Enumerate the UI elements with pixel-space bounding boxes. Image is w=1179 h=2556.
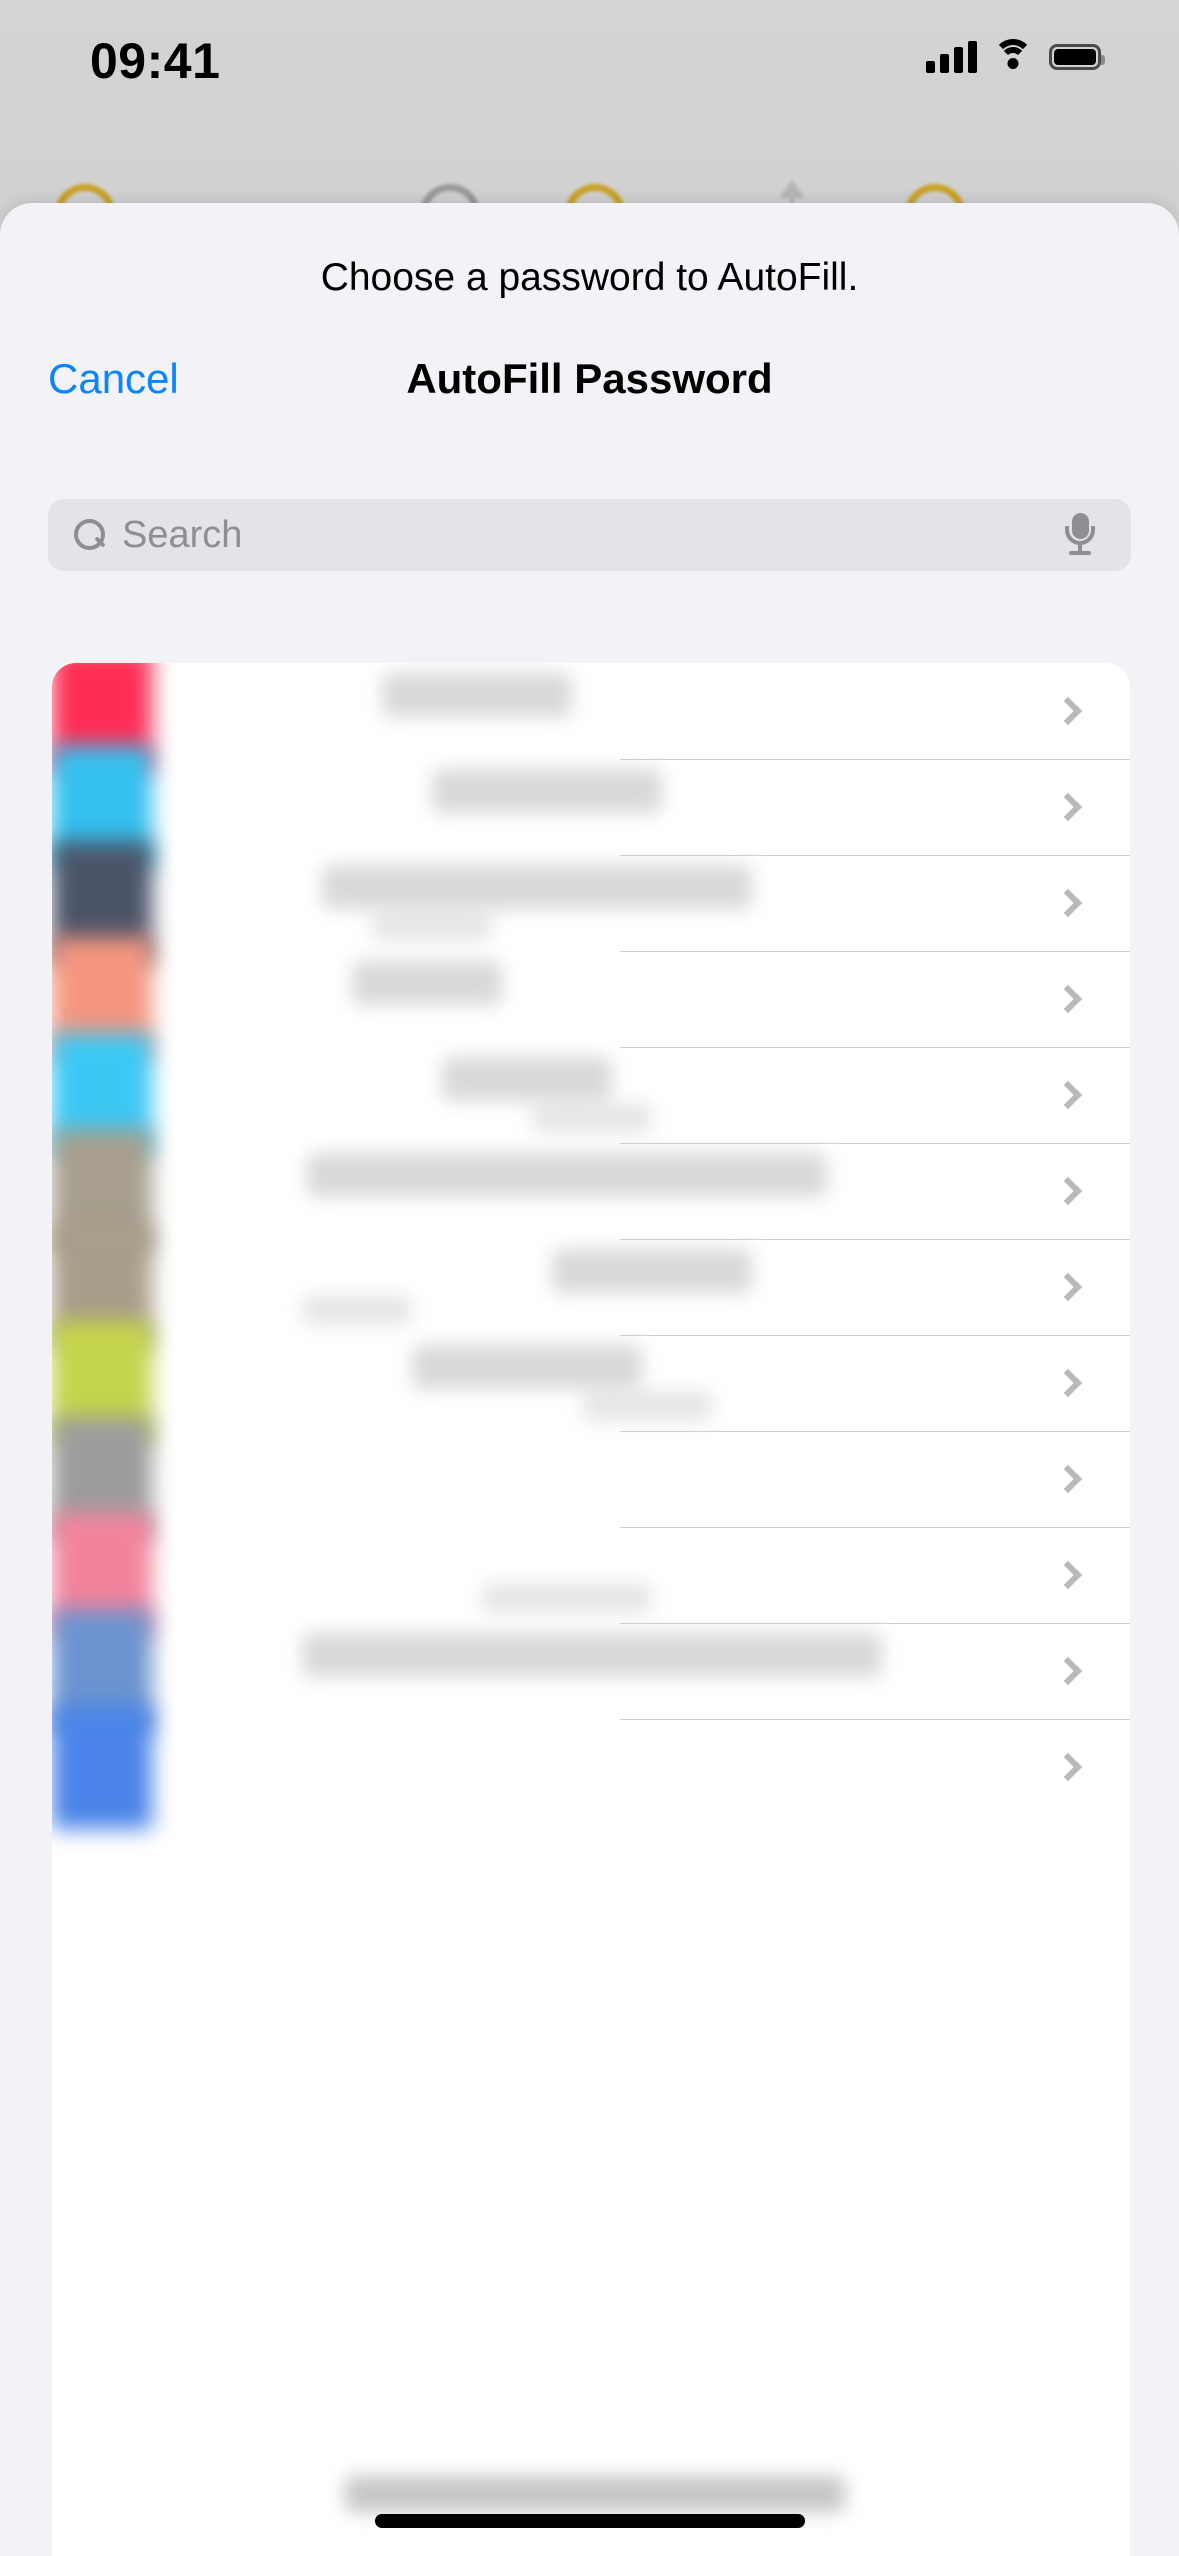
search-field[interactable]: Search xyxy=(48,499,1131,571)
chevron-right-icon xyxy=(1053,1656,1083,1686)
chevron-right-icon xyxy=(1053,1752,1083,1782)
password-list-item[interactable] xyxy=(52,1129,1130,1253)
password-entry-title xyxy=(322,865,752,909)
chevron-right-icon xyxy=(1053,1368,1083,1398)
password-list-item[interactable] xyxy=(52,1513,1130,1637)
password-list-item[interactable] xyxy=(52,937,1130,1061)
status-bar-indicators xyxy=(926,34,1105,80)
password-list-item[interactable] xyxy=(52,1321,1130,1445)
chevron-right-icon xyxy=(1053,1272,1083,1302)
autofill-password-sheet: Choose a password to AutoFill. Cancel Au… xyxy=(0,203,1179,2556)
battery-icon xyxy=(1049,44,1105,70)
password-entry-username xyxy=(372,911,492,941)
password-entry-title xyxy=(307,1153,827,1197)
password-entry-username xyxy=(302,1295,412,1325)
password-entry-title xyxy=(352,961,502,1005)
status-bar: 09:41 xyxy=(0,0,1179,125)
microphone-icon[interactable] xyxy=(1065,513,1095,557)
iphone-screen: 09:41 Choose a password to AutoFill. Can… xyxy=(0,0,1179,2556)
password-entry-title xyxy=(412,1345,642,1389)
password-list-item[interactable] xyxy=(52,1225,1130,1349)
password-list xyxy=(52,663,1130,2556)
cellular-signal-icon xyxy=(926,41,977,73)
chevron-right-icon xyxy=(1053,792,1083,822)
password-entry-title xyxy=(382,673,572,717)
status-bar-time: 09:41 xyxy=(90,33,221,89)
home-indicator xyxy=(374,2514,805,2528)
password-list-item[interactable] xyxy=(52,1033,1130,1157)
password-list-item[interactable] xyxy=(52,745,1130,869)
sheet-navigation-bar: Cancel AutoFill Password xyxy=(0,341,1179,441)
password-entry-username xyxy=(482,1583,652,1613)
search-icon xyxy=(74,519,106,551)
site-favicon-icon xyxy=(52,1705,152,1829)
redacted-text-block xyxy=(345,2476,845,2512)
chevron-right-icon xyxy=(1053,1560,1083,1590)
password-list-item[interactable] xyxy=(52,663,1130,773)
sheet-subtitle: Choose a password to AutoFill. xyxy=(320,256,859,299)
password-list-item[interactable] xyxy=(52,1609,1130,1733)
password-list-item[interactable] xyxy=(52,1705,1130,1829)
page-title: AutoFill Password xyxy=(406,355,773,402)
wifi-icon xyxy=(993,39,1033,72)
password-list-item[interactable] xyxy=(52,841,1130,965)
password-entry-title xyxy=(442,1057,612,1101)
chevron-right-icon xyxy=(1053,1080,1083,1110)
chevron-right-icon xyxy=(1053,984,1083,1014)
password-entry-title xyxy=(302,1633,882,1677)
chevron-right-icon xyxy=(1053,1464,1083,1494)
password-list-item[interactable] xyxy=(52,1417,1130,1541)
password-entry-title xyxy=(552,1249,752,1293)
chevron-right-icon xyxy=(1053,1176,1083,1206)
password-entry-username xyxy=(532,1103,652,1133)
chevron-right-icon xyxy=(1053,696,1083,726)
chevron-right-icon xyxy=(1053,888,1083,918)
password-entry-username xyxy=(582,1391,712,1421)
search-input[interactable]: Search xyxy=(122,514,1065,557)
password-entry-title xyxy=(432,769,662,813)
